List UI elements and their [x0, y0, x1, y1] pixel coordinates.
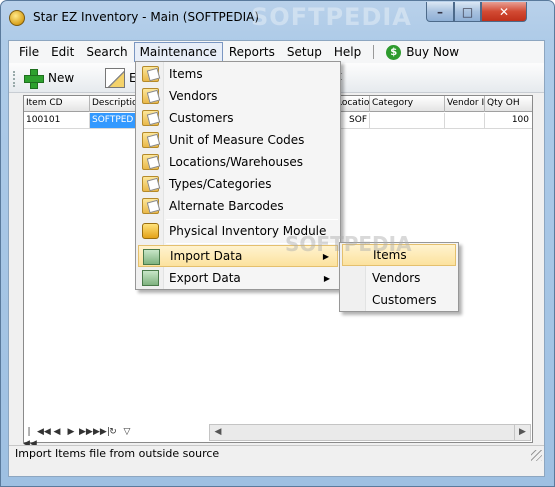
menu-help[interactable]: Help	[328, 42, 367, 62]
toolbar-grip[interactable]	[13, 71, 15, 87]
folder-icon	[142, 198, 159, 214]
menu-item-types-categories[interactable]: Types/Categories	[138, 173, 338, 195]
last-record-button[interactable]: ▶▶|	[93, 426, 110, 438]
menu-maintenance[interactable]: Maintenance	[133, 42, 223, 62]
horizontal-scrollbar[interactable]: ◀ ▶	[209, 424, 531, 441]
submenu-arrow-icon: ▶	[323, 273, 330, 283]
overlay-watermark: SOFTPEDIA	[285, 232, 412, 256]
plus-icon	[23, 68, 44, 89]
menu-item-label: Vendors	[169, 89, 218, 103]
folder-icon	[142, 154, 159, 170]
module-icon	[142, 223, 159, 239]
menu-reports[interactable]: Reports	[223, 42, 281, 62]
import-icon	[143, 249, 160, 265]
scroll-right-arrow-icon[interactable]: ▶	[514, 425, 530, 440]
menu-item-locations[interactable]: Locations/Warehouses	[138, 151, 338, 173]
buy-now-link[interactable]: $ Buy Now	[380, 42, 465, 62]
app-icon	[9, 10, 25, 26]
menu-item-label: Export Data	[169, 271, 241, 285]
menu-item-items[interactable]: Items	[138, 63, 338, 85]
new-label: New	[48, 71, 75, 85]
column-qty-oh[interactable]: Qty OH	[485, 96, 532, 112]
column-category[interactable]: Category	[370, 96, 445, 112]
menu-item-label: Types/Categories	[169, 177, 272, 191]
pencil-icon	[105, 68, 125, 88]
minimize-button[interactable]: –	[426, 2, 454, 22]
title-watermark: SOFTPEDIA	[251, 3, 412, 31]
menu-file[interactable]: File	[13, 42, 45, 62]
menu-item-label: Import Data	[170, 249, 243, 263]
submenu-item-label: Vendors	[372, 271, 421, 285]
scroll-left-arrow-icon[interactable]: ◀	[210, 425, 226, 440]
menu-search[interactable]: Search	[80, 42, 133, 62]
menu-item-label: Alternate Barcodes	[169, 199, 284, 213]
cell-vendor-id[interactable]	[445, 113, 485, 128]
next-record-button[interactable]: ▶	[65, 426, 77, 438]
folder-icon	[142, 110, 159, 126]
menu-item-vendors[interactable]: Vendors	[138, 85, 338, 107]
submenu-item-vendors[interactable]: Vendors	[342, 267, 456, 289]
buy-now-label: Buy Now	[406, 45, 460, 59]
dollar-icon: $	[386, 45, 402, 60]
menu-item-unit-of-measure[interactable]: Unit of Measure Codes	[138, 129, 338, 151]
cell-qty-oh[interactable]: 100	[485, 113, 532, 128]
prev-page-button[interactable]: ◀◀	[37, 426, 51, 438]
menu-setup[interactable]: Setup	[281, 42, 328, 62]
menu-item-alternate-barcodes[interactable]: Alternate Barcodes	[138, 195, 338, 217]
menu-bar: File Edit Search Maintenance Reports Set…	[9, 41, 544, 63]
edit-button[interactable]: E	[105, 68, 137, 88]
folder-icon	[142, 66, 159, 82]
record-navigator: |◀◀ ◀◀ ◀ ▶ ▶▶ ▶▶| ↻ ▽	[23, 424, 208, 449]
status-text: Import Items file from outside source	[15, 447, 220, 460]
menu-edit[interactable]: Edit	[45, 42, 80, 62]
submenu-item-customers[interactable]: Customers	[342, 289, 456, 311]
menu-item-label: Items	[169, 67, 203, 81]
window-title: Star EZ Inventory - Main (SOFTPEDIA)	[33, 10, 260, 24]
menu-separator	[373, 45, 375, 59]
menu-item-label: Unit of Measure Codes	[169, 133, 305, 147]
first-record-button[interactable]: |◀◀	[23, 426, 37, 449]
title-bar[interactable]: Star EZ Inventory - Main (SOFTPEDIA) SOF…	[1, 1, 554, 33]
prev-record-button[interactable]: ◀	[51, 426, 63, 438]
folder-icon	[142, 88, 159, 104]
folder-icon	[142, 176, 159, 192]
column-item-cd[interactable]: Item CD	[24, 96, 90, 112]
resize-grip-icon[interactable]	[531, 450, 542, 461]
menu-item-label: Customers	[169, 111, 234, 125]
menu-item-customers[interactable]: Customers	[138, 107, 338, 129]
cell-description[interactable]: SOFTPED	[90, 113, 140, 128]
cell-category[interactable]	[370, 113, 445, 128]
next-page-button[interactable]: ▶▶	[79, 426, 93, 438]
refresh-icon[interactable]: ↻	[107, 426, 119, 438]
folder-icon	[142, 132, 159, 148]
column-vendor-id[interactable]: Vendor ID	[445, 96, 485, 112]
close-button[interactable]: ✕	[481, 2, 527, 22]
submenu-item-label: Customers	[372, 293, 437, 307]
maximize-button[interactable]: □	[454, 2, 481, 22]
menu-item-export-data[interactable]: Export Data ▶	[138, 267, 338, 289]
cell-item-cd[interactable]: 100101	[24, 113, 90, 128]
filter-icon[interactable]: ▽	[121, 426, 133, 438]
new-button[interactable]: New	[23, 68, 75, 89]
menu-item-label: Locations/Warehouses	[169, 155, 303, 169]
export-icon	[142, 270, 159, 286]
status-bar: Import Items file from outside source	[9, 445, 544, 462]
